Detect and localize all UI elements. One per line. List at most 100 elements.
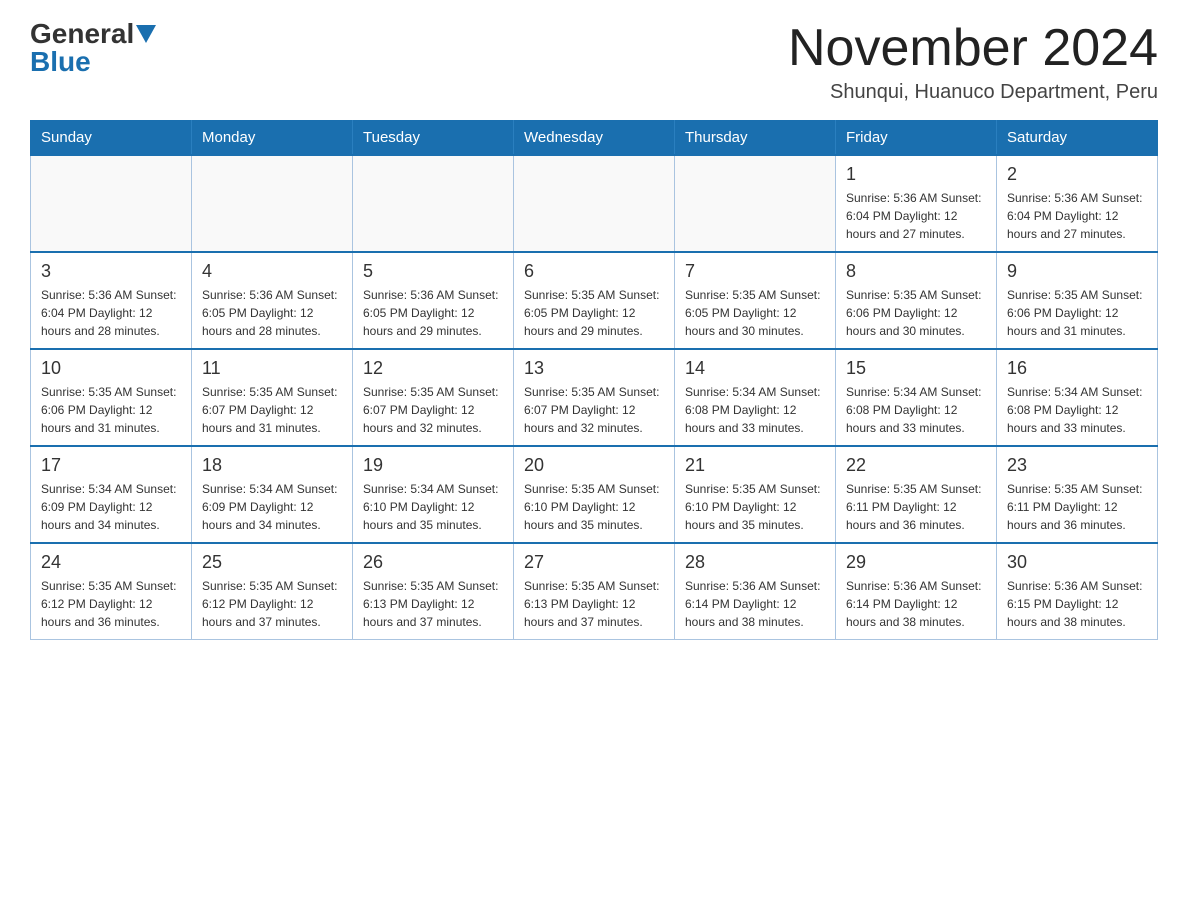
calendar-cell: 1 Sunrise: 5:36 AM Sunset: 6:04 PM Daylig… [836,155,997,252]
calendar-cell: 25 Sunrise: 5:35 AM Sunset: 6:12 PM Dayli… [192,543,353,640]
calendar-cell: 12 Sunrise: 5:35 AM Sunset: 6:07 PM Dayli… [353,349,514,446]
day-number: 14 [685,358,825,379]
day-number: 5 [363,261,503,282]
day-info: Sunrise: 5:35 AM Sunset: 6:11 PM Dayligh… [1007,480,1147,534]
calendar-header-row: SundayMondayTuesdayWednesdayThursdayFrid… [31,121,1158,156]
day-info: Sunrise: 5:34 AM Sunset: 6:08 PM Dayligh… [685,383,825,437]
calendar-cell: 16 Sunrise: 5:34 AM Sunset: 6:08 PM Dayli… [997,349,1158,446]
day-number: 30 [1007,552,1147,573]
title-area: November 2024 Shunqui, Huanuco Departmen… [788,20,1158,104]
month-title: November 2024 [788,20,1158,77]
day-info: Sunrise: 5:35 AM Sunset: 6:12 PM Dayligh… [41,577,181,631]
calendar-cell: 26Sunrise: 5:35 AM Sunset: 6:13 PM Dayli… [353,543,514,640]
calendar-cell: 19 Sunrise: 5:34 AM Sunset: 6:10 PM Dayli… [353,446,514,543]
day-number: 22 [846,455,986,476]
day-info: Sunrise: 5:35 AM Sunset: 6:06 PM Dayligh… [41,383,181,437]
day-info: Sunrise: 5:36 AM Sunset: 6:14 PM Dayligh… [846,577,986,631]
calendar-cell [31,155,192,252]
calendar-cell: 8Sunrise: 5:35 AM Sunset: 6:06 PM Daylig… [836,252,997,349]
day-info: Sunrise: 5:36 AM Sunset: 6:14 PM Dayligh… [685,577,825,631]
day-info: Sunrise: 5:35 AM Sunset: 6:12 PM Dayligh… [202,577,342,631]
day-info: Sunrise: 5:36 AM Sunset: 6:04 PM Dayligh… [1007,189,1147,243]
calendar-table: SundayMondayTuesdayWednesdayThursdayFrid… [30,120,1158,640]
day-number: 25 [202,552,342,573]
day-number: 7 [685,261,825,282]
calendar-cell: 24 Sunrise: 5:35 AM Sunset: 6:12 PM Dayli… [31,543,192,640]
day-info: Sunrise: 5:34 AM Sunset: 6:08 PM Dayligh… [846,383,986,437]
calendar-cell: 20 Sunrise: 5:35 AM Sunset: 6:10 PM Dayli… [514,446,675,543]
day-number: 6 [524,261,664,282]
day-info: Sunrise: 5:34 AM Sunset: 6:09 PM Dayligh… [202,480,342,534]
day-info: Sunrise: 5:36 AM Sunset: 6:04 PM Dayligh… [41,286,181,340]
day-number: 9 [1007,261,1147,282]
day-number: 24 [41,552,181,573]
day-info: Sunrise: 5:35 AM Sunset: 6:06 PM Dayligh… [1007,286,1147,340]
day-number: 29 [846,552,986,573]
calendar-cell: 5 Sunrise: 5:36 AM Sunset: 6:05 PM Daylig… [353,252,514,349]
calendar-header-monday: Monday [192,121,353,156]
calendar-cell: 4 Sunrise: 5:36 AM Sunset: 6:05 PM Daylig… [192,252,353,349]
day-number: 13 [524,358,664,379]
day-number: 16 [1007,358,1147,379]
day-number: 19 [363,455,503,476]
page-header: General Blue November 2024 Shunqui, Huan… [30,20,1158,104]
calendar-header-thursday: Thursday [675,121,836,156]
logo-general-text: General [30,20,134,48]
day-info: Sunrise: 5:35 AM Sunset: 6:07 PM Dayligh… [363,383,503,437]
day-info: Sunrise: 5:35 AM Sunset: 6:13 PM Dayligh… [524,577,664,631]
calendar-cell: 7 Sunrise: 5:35 AM Sunset: 6:05 PM Daylig… [675,252,836,349]
calendar-header-saturday: Saturday [997,121,1158,156]
calendar-cell: 18Sunrise: 5:34 AM Sunset: 6:09 PM Dayli… [192,446,353,543]
day-number: 21 [685,455,825,476]
calendar-cell [353,155,514,252]
calendar-cell: 21 Sunrise: 5:35 AM Sunset: 6:10 PM Dayli… [675,446,836,543]
day-info: Sunrise: 5:35 AM Sunset: 6:06 PM Dayligh… [846,286,986,340]
day-number: 23 [1007,455,1147,476]
calendar-cell: 9 Sunrise: 5:35 AM Sunset: 6:06 PM Daylig… [997,252,1158,349]
calendar-cell: 30 Sunrise: 5:36 AM Sunset: 6:15 PM Dayli… [997,543,1158,640]
calendar-week-row: 17 Sunrise: 5:34 AM Sunset: 6:09 PM Dayli… [31,446,1158,543]
logo-blue-text: Blue [30,48,91,76]
day-number: 20 [524,455,664,476]
logo: General Blue [30,20,156,76]
calendar-cell [675,155,836,252]
calendar-header-sunday: Sunday [31,121,192,156]
day-info: Sunrise: 5:36 AM Sunset: 6:05 PM Dayligh… [202,286,342,340]
day-info: Sunrise: 5:34 AM Sunset: 6:08 PM Dayligh… [1007,383,1147,437]
day-info: Sunrise: 5:34 AM Sunset: 6:10 PM Dayligh… [363,480,503,534]
day-info: Sunrise: 5:35 AM Sunset: 6:10 PM Dayligh… [685,480,825,534]
day-info: Sunrise: 5:35 AM Sunset: 6:10 PM Dayligh… [524,480,664,534]
day-number: 12 [363,358,503,379]
calendar-cell: 22 Sunrise: 5:35 AM Sunset: 6:11 PM Dayli… [836,446,997,543]
calendar-cell: 3 Sunrise: 5:36 AM Sunset: 6:04 PM Daylig… [31,252,192,349]
calendar-cell: 13Sunrise: 5:35 AM Sunset: 6:07 PM Dayli… [514,349,675,446]
calendar-week-row: 3 Sunrise: 5:36 AM Sunset: 6:04 PM Daylig… [31,252,1158,349]
day-info: Sunrise: 5:36 AM Sunset: 6:04 PM Dayligh… [846,189,986,243]
calendar-week-row: 24 Sunrise: 5:35 AM Sunset: 6:12 PM Dayli… [31,543,1158,640]
day-number: 10 [41,358,181,379]
day-info: Sunrise: 5:35 AM Sunset: 6:11 PM Dayligh… [846,480,986,534]
logo-triangle-icon [136,25,156,43]
calendar-header-wednesday: Wednesday [514,121,675,156]
day-info: Sunrise: 5:36 AM Sunset: 6:05 PM Dayligh… [363,286,503,340]
day-number: 28 [685,552,825,573]
calendar-cell: 10 Sunrise: 5:35 AM Sunset: 6:06 PM Dayli… [31,349,192,446]
day-number: 4 [202,261,342,282]
calendar-cell [514,155,675,252]
day-info: Sunrise: 5:35 AM Sunset: 6:13 PM Dayligh… [363,577,503,631]
day-number: 17 [41,455,181,476]
day-info: Sunrise: 5:35 AM Sunset: 6:05 PM Dayligh… [685,286,825,340]
day-info: Sunrise: 5:35 AM Sunset: 6:07 PM Dayligh… [202,383,342,437]
calendar-week-row: 10 Sunrise: 5:35 AM Sunset: 6:06 PM Dayli… [31,349,1158,446]
calendar-cell [192,155,353,252]
day-info: Sunrise: 5:36 AM Sunset: 6:15 PM Dayligh… [1007,577,1147,631]
calendar-cell: 28 Sunrise: 5:36 AM Sunset: 6:14 PM Dayli… [675,543,836,640]
calendar-cell: 27Sunrise: 5:35 AM Sunset: 6:13 PM Dayli… [514,543,675,640]
calendar-header-friday: Friday [836,121,997,156]
calendar-cell: 17Sunrise: 5:34 AM Sunset: 6:09 PM Dayli… [31,446,192,543]
calendar-cell: 23 Sunrise: 5:35 AM Sunset: 6:11 PM Dayli… [997,446,1158,543]
calendar-cell: 14 Sunrise: 5:34 AM Sunset: 6:08 PM Dayli… [675,349,836,446]
day-number: 1 [846,164,986,185]
day-number: 3 [41,261,181,282]
calendar-cell: 29 Sunrise: 5:36 AM Sunset: 6:14 PM Dayli… [836,543,997,640]
